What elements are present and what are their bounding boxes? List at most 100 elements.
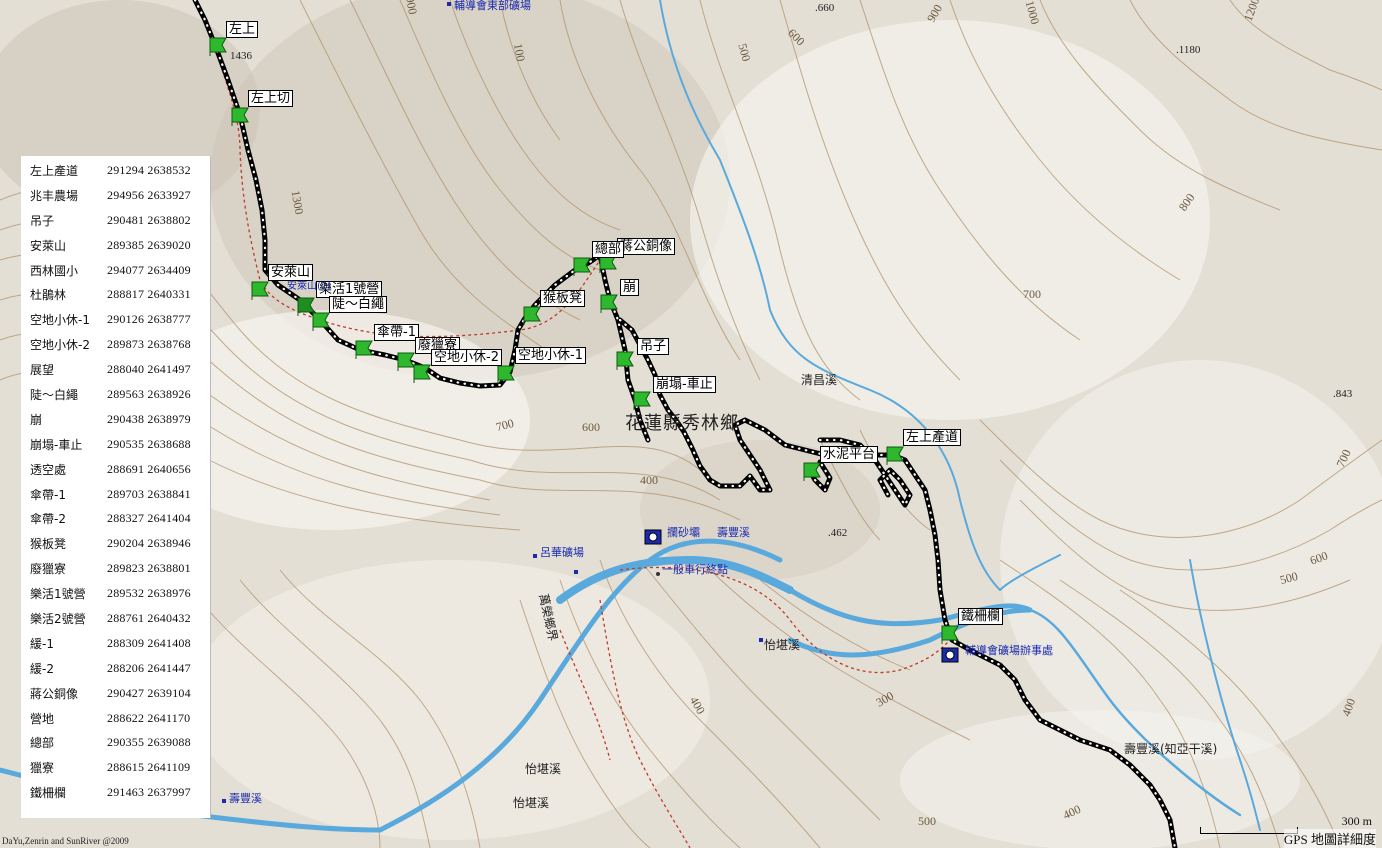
waypoint-label[interactable]: 蔣公銅像 — [617, 238, 676, 255]
waypoint-row[interactable]: 緩-1 288309 2641408 — [21, 631, 210, 656]
poi-label[interactable]: 輔導會東部礦場 — [454, 0, 531, 13]
waypoint-northing: 2639088 — [147, 735, 191, 750]
contour-label: 700 — [1023, 287, 1041, 301]
poi-label[interactable]: 攔砂壩 — [667, 524, 700, 540]
waypoint-row[interactable]: 空地小休-2 289873 2638768 — [21, 332, 210, 357]
map-detail-label[interactable]: GPS 地圖詳細度 — [1283, 829, 1376, 848]
waypoint-row[interactable]: 總部 290355 2639088 — [21, 730, 210, 755]
place-label: 壽豐溪(知亞干溪) — [1124, 742, 1218, 756]
waypoint-label[interactable]: 水泥平台 — [820, 446, 879, 463]
waypoint-easting: 291294 — [107, 162, 145, 177]
waypoint-coordinates: 288817 2640331 — [107, 287, 191, 302]
waypoint-row[interactable]: 樂活2號營 288761 2640432 — [21, 606, 210, 631]
waypoint-label[interactable]: 崩 — [620, 279, 640, 296]
waypoint-row[interactable]: 獵寮 288615 2641109 — [21, 755, 210, 780]
waypoint-easting: 289563 — [107, 386, 145, 401]
waypoint-label[interactable]: 猴板凳 — [540, 290, 586, 307]
waypoint-row[interactable]: 鐵柵欄 291463 2637997 — [21, 780, 210, 805]
waypoint-easting: 288615 — [107, 760, 145, 775]
waypoint-name: 廢獵寮 — [30, 562, 67, 577]
contour-label: 400 — [640, 473, 658, 487]
map-scale: 300 m GPS 地圖詳細度 — [1283, 814, 1376, 848]
waypoint-row[interactable]: 透空處 288691 2640656 — [21, 457, 210, 482]
waypoint-easting: 288309 — [107, 635, 145, 650]
waypoint-easting: 289873 — [107, 337, 145, 352]
poi-label[interactable]: 一般車行終點 — [662, 561, 728, 577]
waypoint-row[interactable]: 樂活1號營 289532 2638976 — [21, 581, 210, 606]
poi-label[interactable]: 輔導會礦場辦事處 — [965, 642, 1053, 658]
waypoint-coordinates: 290126 2638777 — [107, 312, 191, 327]
waypoint-label[interactable]: 鐵柵欄 — [958, 608, 1004, 625]
waypoint-row[interactable]: 崩 290438 2638979 — [21, 407, 210, 432]
place-label: 清昌溪 — [801, 373, 838, 387]
waypoint-row[interactable]: 猴板凳 290204 2638946 — [21, 531, 210, 556]
waypoint-row[interactable]: 蔣公銅像 290427 2639104 — [21, 681, 210, 706]
waypoint-label[interactable]: 傘帶-1 — [374, 324, 419, 341]
waypoint-row[interactable]: 營地 288622 2641170 — [21, 706, 210, 731]
waypoint-row[interactable]: 左上產道 291294 2638532 — [21, 158, 210, 183]
waypoint-name: 總部 — [30, 736, 55, 751]
waypoint-row[interactable]: 安萊山 289385 2639020 — [21, 233, 210, 258]
waypoint-name: 空地小休-1 — [30, 313, 90, 328]
waypoint-row[interactable]: 兆丰農場 294956 2633927 — [21, 183, 210, 208]
place-label: 怡堪溪 — [525, 762, 562, 776]
waypoint-label[interactable]: 總部 — [592, 241, 625, 258]
waypoint-name: 緩-1 — [30, 636, 54, 651]
waypoint-name: 空地小休-2 — [30, 338, 90, 353]
waypoint-name: 吊子 — [30, 213, 55, 228]
waypoint-row[interactable]: 陡～白繩 289563 2638926 — [21, 382, 210, 407]
place-label: 怡堪溪 — [764, 638, 801, 652]
waypoint-coordinates: 290355 2639088 — [107, 735, 191, 750]
peak-label: .462 — [828, 527, 848, 539]
waypoint-northing: 2639104 — [147, 685, 191, 700]
waypoint-easting: 288622 — [107, 710, 145, 725]
poi-label[interactable]: 呂華礦場 — [540, 544, 584, 560]
waypoint-northing: 2641109 — [147, 760, 191, 775]
waypoint-northing: 2638688 — [147, 436, 191, 451]
waypoint-label[interactable]: 空地小休-1 — [515, 347, 586, 364]
waypoint-label[interactable]: 陡～白繩 — [329, 296, 388, 313]
waypoint-name: 崩 — [30, 412, 43, 427]
waypoint-label[interactable]: 空地小休-2 — [431, 349, 502, 366]
waypoint-northing: 2641497 — [147, 362, 191, 377]
waypoint-row[interactable]: 傘帶-1 289703 2638841 — [21, 482, 210, 507]
waypoint-row[interactable]: 緩-2 288206 2641447 — [21, 656, 210, 681]
peak-label: .660 — [815, 2, 835, 14]
waypoint-northing: 2638979 — [147, 411, 191, 426]
waypoint-name: 鐵柵欄 — [30, 786, 67, 801]
waypoint-row[interactable]: 崩塌-車止 290535 2638688 — [21, 432, 210, 457]
waypoint-label[interactable]: 左上產道 — [903, 429, 962, 446]
waypoint-name: 展望 — [30, 363, 55, 378]
waypoint-row[interactable]: 杜鵑林 288817 2640331 — [21, 282, 210, 307]
waypoint-name: 透空處 — [30, 462, 67, 477]
waypoint-easting: 290427 — [107, 685, 145, 700]
camera-icon — [644, 529, 662, 545]
waypoint-row[interactable]: 展望 288040 2641497 — [21, 357, 210, 382]
waypoint-name: 陡～白繩 — [30, 387, 79, 402]
waypoint-row[interactable]: 傘帶-2 288327 2641404 — [21, 506, 210, 531]
peak-label: 1436 — [230, 50, 252, 62]
waypoint-row[interactable]: 廢獵寮 289823 2638801 — [21, 556, 210, 581]
region-label: 花蓮縣秀林鄉 — [625, 413, 739, 434]
waypoint-name: 傘帶-1 — [30, 487, 66, 502]
waypoint-easting: 288206 — [107, 660, 145, 675]
waypoint-name: 左上產道 — [30, 163, 79, 178]
poi-label[interactable]: 壽豐溪 — [717, 524, 750, 540]
waypoint-coordinates: 288761 2640432 — [107, 611, 191, 626]
waypoint-northing: 2638802 — [147, 212, 191, 227]
waypoint-label[interactable]: 吊子 — [637, 338, 670, 355]
waypoint-label[interactable]: 左上切 — [248, 90, 294, 107]
poi-label[interactable]: 壽豐溪 — [229, 790, 262, 806]
waypoint-coordinates: 289532 2638976 — [107, 586, 191, 601]
waypoint-row[interactable]: 西林國小 294077 2634409 — [21, 258, 210, 283]
waypoint-easting: 289703 — [107, 486, 145, 501]
waypoint-name: 杜鵑林 — [30, 288, 67, 303]
waypoint-row[interactable]: 吊子 290481 2638802 — [21, 208, 210, 233]
poi-label: 安萊山(2) — [287, 281, 332, 292]
waypoint-northing: 2640656 — [147, 461, 191, 476]
waypoint-label[interactable]: 崩塌-車止 — [653, 376, 716, 393]
waypoint-coordinates: 289823 2638801 — [107, 561, 191, 576]
waypoint-row[interactable]: 空地小休-1 290126 2638777 — [21, 307, 210, 332]
waypoint-label[interactable]: 左上 — [226, 21, 259, 38]
waypoint-northing: 2638946 — [147, 536, 191, 551]
